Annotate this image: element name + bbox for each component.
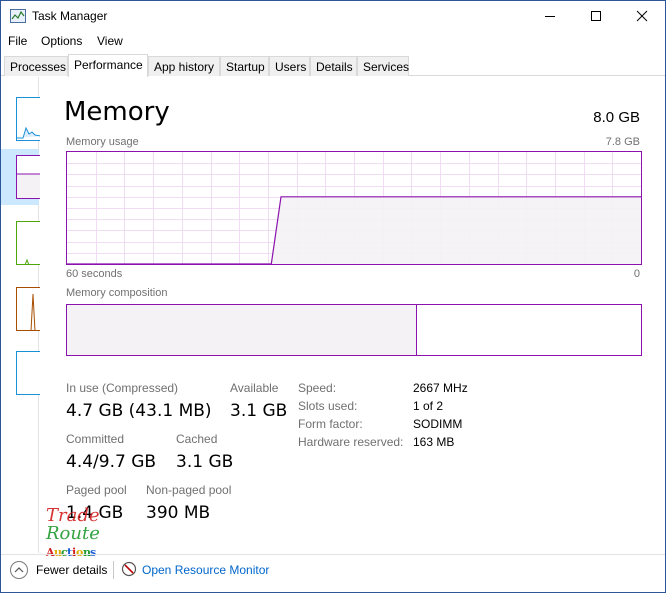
speed-label: Speed: (298, 381, 337, 395)
speed-value: 2667 MHz (413, 381, 468, 395)
title-bar: Task Manager (1, 1, 665, 31)
task-manager-icon (10, 9, 26, 23)
memory-usage-graph (66, 151, 642, 265)
paged-pool-label: Paged pool (66, 483, 127, 497)
sidebar-item-ethernet[interactable] (1, 281, 40, 337)
gpu-thumbnail (16, 351, 40, 395)
tab-performance[interactable]: Performance (68, 54, 148, 77)
tab-processes[interactable]: Processes (4, 56, 68, 76)
menu-options[interactable]: Options (41, 34, 82, 48)
memory-composition-bar (66, 304, 642, 356)
memory-usage-label: Memory usage (66, 136, 139, 148)
cached-value: 3.1 GB (176, 452, 234, 472)
committed-label: Committed (66, 432, 125, 446)
minimize-button[interactable] (527, 1, 573, 31)
non-paged-pool-value: 390 MB (146, 503, 211, 523)
sidebar-item-memory[interactable] (1, 149, 40, 205)
performance-sidebar (1, 77, 40, 553)
available-value: 3.1 GB (230, 401, 288, 421)
close-button[interactable] (619, 1, 665, 31)
watermark-logo: Trade Route A u c t i o n s (44, 503, 114, 561)
tab-startup[interactable]: Startup (220, 56, 269, 76)
footer-divider (113, 561, 114, 579)
form-factor-value: SODIMM (413, 417, 463, 431)
in-use-value: 4.7 GB (43.1 MB) (66, 401, 212, 421)
memory-usage-chart (67, 152, 641, 264)
fewer-details-button[interactable]: Fewer details (36, 563, 107, 577)
svg-text:Route: Route (45, 523, 100, 544)
memory-composition-label: Memory composition (66, 287, 168, 299)
form-factor-label: Form factor: (298, 417, 363, 431)
open-resource-monitor-link[interactable]: Open Resource Monitor (142, 563, 269, 577)
hardware-reserved-label: Hardware reserved: (298, 435, 404, 449)
menu-view[interactable]: View (97, 34, 123, 48)
resource-monitor-icon (121, 561, 137, 577)
footer: Fewer details Open Resource Monitor (1, 554, 665, 592)
tab-users[interactable]: Users (269, 56, 310, 76)
sidebar-item-cpu[interactable] (1, 91, 40, 147)
tab-app-history[interactable]: App history (148, 56, 220, 76)
composition-in-use-segment (67, 305, 417, 355)
cached-label: Cached (176, 432, 218, 446)
tab-details[interactable]: Details (310, 56, 357, 76)
tab-services[interactable]: Services (357, 56, 409, 76)
hardware-reserved-value: 163 MB (413, 435, 455, 449)
maximize-button[interactable] (573, 1, 619, 31)
task-manager-window: Task Manager File Options View Processes… (0, 0, 666, 593)
menu-bar: File Options View (1, 32, 665, 52)
page-title: Memory (64, 97, 170, 127)
memory-thumbnail (16, 155, 40, 199)
ethernet-thumbnail (16, 287, 40, 331)
window-title: Task Manager (32, 9, 108, 23)
sidebar-item-disk[interactable] (1, 215, 40, 271)
slots-used-label: Slots used: (298, 399, 358, 413)
memory-total: 8.0 GB (593, 109, 640, 126)
time-axis-left-label: 60 seconds (66, 268, 123, 280)
tab-bar: Processes Performance App history Startu… (1, 54, 665, 77)
non-paged-pool-label: Non-paged pool (146, 483, 232, 497)
sidebar-item-gpu[interactable] (1, 345, 40, 401)
disk-thumbnail (16, 221, 40, 265)
chevron-up-icon[interactable] (10, 561, 28, 579)
menu-file[interactable]: File (8, 34, 27, 48)
committed-value: 4.4/9.7 GB (66, 452, 157, 472)
slots-used-value: 1 of 2 (413, 399, 444, 413)
available-label: Available (230, 381, 279, 395)
in-use-label: In use (Compressed) (66, 381, 179, 395)
cpu-thumbnail (16, 97, 40, 141)
memory-usage-max: 7.8 GB (605, 136, 640, 148)
time-axis-right-label: 0 (633, 268, 640, 280)
